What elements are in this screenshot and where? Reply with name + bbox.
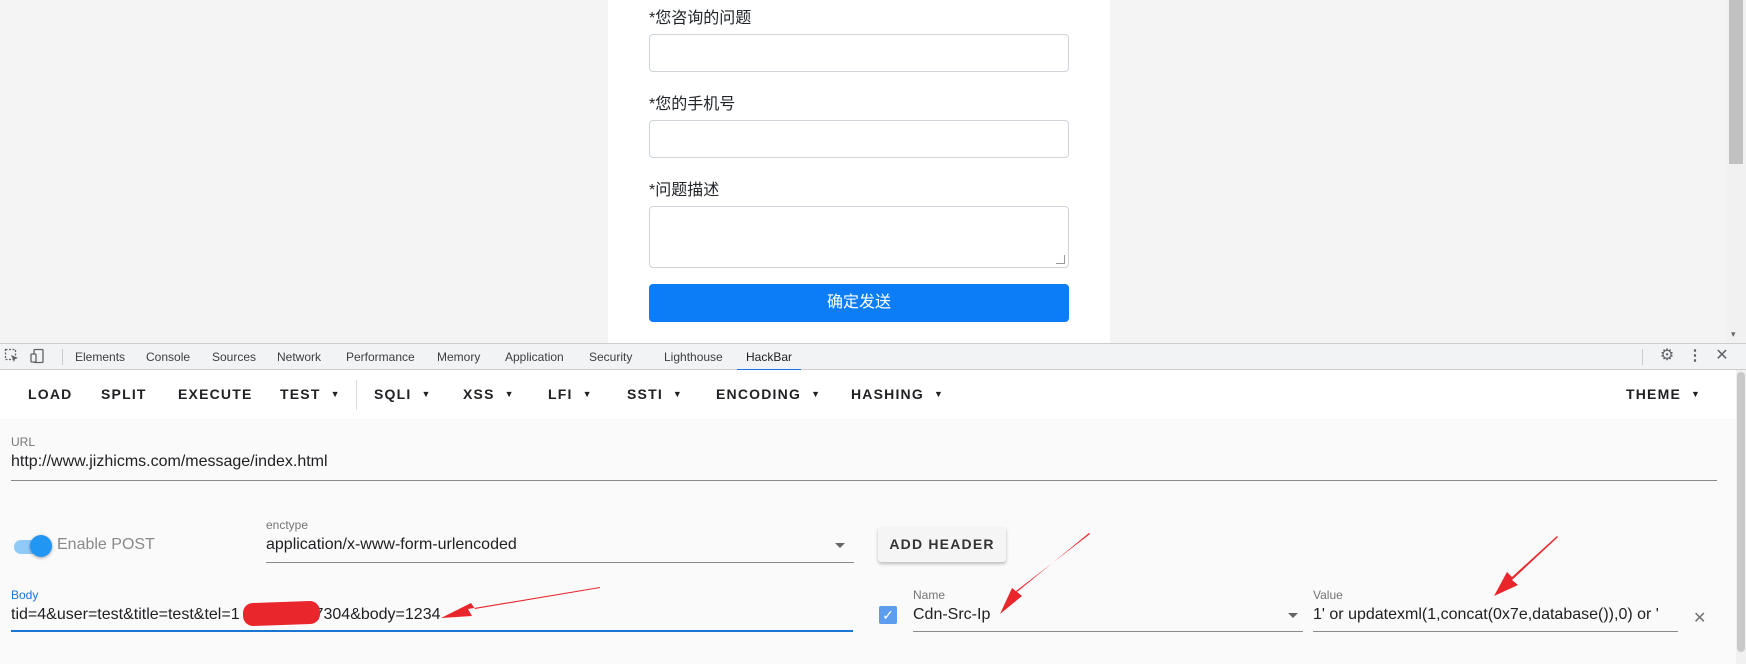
close-devtools-icon[interactable]: ✕: [1714, 348, 1730, 364]
enable-post-label: Enable POST: [57, 536, 155, 553]
question-input[interactable]: [649, 34, 1069, 72]
encoding-menu[interactable]: ENCODING ▼: [716, 370, 821, 419]
header-value-input[interactable]: 1' or updatexml(1,concat(0x7e,database()…: [1313, 606, 1678, 624]
hackbar-scrollbar-thumb[interactable]: [1737, 372, 1745, 652]
resize-handle-icon[interactable]: [1056, 255, 1065, 264]
toolbar-divider: [356, 380, 357, 410]
url-label: URL: [11, 435, 36, 449]
tab-elements[interactable]: Elements: [75, 344, 125, 369]
header-value-underline: [1313, 631, 1678, 632]
caret-down-icon: ▼: [811, 389, 822, 399]
inspect-element-icon[interactable]: [4, 348, 20, 364]
phone-label: *您的手机号: [649, 96, 736, 113]
device-toolbar-icon[interactable]: [30, 348, 46, 364]
body-text-prefix: tid=4&user=test&title=test&tel=1: [11, 606, 240, 623]
xss-menu[interactable]: XSS ▼: [463, 370, 515, 419]
phone-input[interactable]: [649, 120, 1069, 158]
description-label: *问题描述: [649, 182, 720, 199]
redaction-scribble: [242, 600, 321, 627]
scroll-down-icon[interactable]: ▾: [1731, 329, 1736, 340]
split-button[interactable]: SPLIT: [101, 370, 147, 419]
enctype-label: enctype: [266, 518, 309, 532]
body-text-suffix: 7304&body=1234: [314, 606, 441, 623]
caret-down-icon: ▼: [672, 389, 684, 399]
load-button[interactable]: LOAD: [28, 370, 72, 419]
tab-network[interactable]: Network: [277, 344, 321, 369]
remove-header-close-icon[interactable]: ✕: [1693, 608, 1706, 628]
question-label: *您咨询的问题: [649, 10, 752, 27]
add-header-button[interactable]: ADD HEADER: [878, 527, 1006, 562]
enctype-underline: [266, 562, 854, 563]
sqli-menu[interactable]: SQLI ▼: [374, 370, 432, 419]
header-value-label: Value: [1313, 588, 1343, 602]
caret-down-icon: ▼: [933, 389, 945, 399]
lfi-menu[interactable]: LFI ▼: [548, 370, 593, 419]
tab-memory[interactable]: Memory: [437, 344, 480, 369]
header-name-underline: [913, 631, 1303, 632]
theme-menu[interactable]: THEME ▼: [1626, 370, 1701, 419]
execute-button[interactable]: EXECUTE: [178, 370, 253, 419]
caret-down-icon: ▼: [504, 389, 515, 399]
divider: [62, 349, 63, 365]
description-textarea[interactable]: [649, 206, 1069, 268]
url-input[interactable]: http://www.jizhicms.com/message/index.ht…: [11, 453, 1711, 471]
tab-lighthouse[interactable]: Lighthouse: [664, 344, 723, 369]
caret-down-icon: ▼: [330, 389, 341, 399]
url-underline: [11, 480, 1717, 481]
ssti-menu[interactable]: SSTI ▼: [627, 370, 683, 419]
dropdown-arrow-icon[interactable]: [1288, 613, 1298, 618]
header-name-label: Name: [913, 588, 946, 602]
tab-security[interactable]: Security: [589, 344, 632, 369]
body-input[interactable]: tid=4&user=test&title=test&tel=1 7304&bod…: [11, 606, 851, 624]
divider: [1642, 349, 1643, 365]
caret-down-icon: ▼: [582, 389, 593, 399]
dropdown-arrow-icon[interactable]: [835, 543, 845, 548]
body-label: Body: [11, 588, 39, 602]
devtools-tabbar: Elements Console Sources Network Perform…: [0, 343, 1746, 371]
tab-sources[interactable]: Sources: [212, 344, 256, 369]
header-enabled-checkbox[interactable]: ✓: [879, 606, 897, 624]
caret-down-icon: ▼: [1691, 389, 1702, 399]
enctype-select[interactable]: application/x-www-form-urlencoded: [266, 536, 806, 554]
tab-hackbar[interactable]: HackBar: [737, 344, 802, 371]
header-name-input[interactable]: Cdn-Src-Ip: [913, 606, 1273, 624]
hashing-menu[interactable]: HASHING ▼: [851, 370, 944, 419]
body-underline: [11, 630, 853, 632]
tab-console[interactable]: Console: [146, 344, 190, 369]
more-options-icon[interactable]: ⋮: [1687, 348, 1703, 364]
caret-down-icon: ▼: [421, 389, 432, 399]
settings-gear-icon[interactable]: ⚙: [1659, 348, 1675, 364]
tab-performance[interactable]: Performance: [346, 344, 415, 369]
submit-button[interactable]: 确定发送: [649, 284, 1069, 322]
page-scrollbar-thumb[interactable]: [1729, 0, 1743, 164]
test-menu[interactable]: TEST ▼: [280, 370, 341, 419]
tab-application[interactable]: Application: [505, 344, 564, 369]
enable-post-toggle-knob[interactable]: [30, 535, 52, 557]
